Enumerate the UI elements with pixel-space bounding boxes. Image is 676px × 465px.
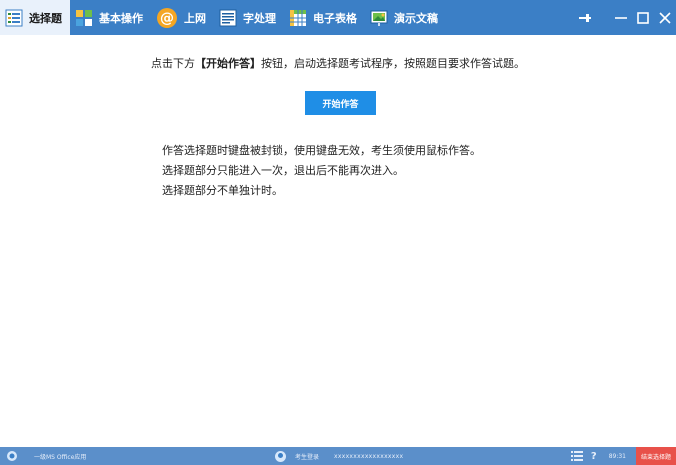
top-toolbar: 选择题 基本操作 @ 上网 字处理 电子表格 演示文稿 bbox=[0, 0, 676, 35]
status-right: ? 89:31 结束选择题 bbox=[570, 447, 676, 465]
status-middle: 考生登录 xxxxxxxxxxxxxxxxxx bbox=[275, 447, 403, 465]
tab-label: 基本操作 bbox=[99, 11, 143, 25]
maximize-button[interactable] bbox=[632, 0, 654, 35]
basic-ops-icon bbox=[76, 9, 92, 26]
tab-basic-operations[interactable]: 基本操作 bbox=[70, 0, 151, 35]
exam-name: 一级MS Office应用 bbox=[34, 453, 87, 461]
question-list-icon[interactable] bbox=[570, 451, 583, 461]
tab-spreadsheet[interactable]: 电子表格 bbox=[284, 0, 365, 35]
instruction-prefix: 点击下方 bbox=[151, 57, 195, 70]
tab-label: 字处理 bbox=[243, 11, 276, 25]
instruction-highlight: 【开始作答】 bbox=[195, 57, 261, 70]
tab-internet[interactable]: @ 上网 bbox=[151, 0, 214, 35]
presentation-icon bbox=[370, 10, 388, 26]
note-keyboard-locked: 作答选择题时键盘被封锁，使用键盘无效，考生须使用鼠标作答。 bbox=[162, 144, 481, 157]
end-choice-button[interactable]: 结束选择题 bbox=[635, 447, 676, 465]
exam-notes: 作答选择题时键盘被封锁，使用键盘无效，考生须使用鼠标作答。 选择题部分只能进入一… bbox=[162, 141, 481, 201]
remaining-time: 89:31 bbox=[608, 452, 626, 460]
instruction-text: 点击下方【开始作答】按钮，启动选择题考试程序，按照题目要求作答试题。 bbox=[0, 55, 676, 71]
spreadsheet-icon bbox=[290, 9, 306, 26]
pin-icon bbox=[579, 13, 591, 22]
tab-presentation[interactable]: 演示文稿 bbox=[365, 0, 446, 35]
minimize-button[interactable] bbox=[610, 0, 632, 35]
svg-text:@: @ bbox=[160, 10, 174, 26]
status-left: 一级MS Office应用 bbox=[6, 447, 86, 465]
close-button[interactable] bbox=[654, 0, 676, 35]
registration-number: xxxxxxxxxxxxxxxxxx bbox=[334, 452, 404, 460]
exam-logo-icon bbox=[7, 451, 17, 461]
instruction-suffix: 按钮，启动选择题考试程序，按照题目要求作答试题。 bbox=[261, 57, 525, 70]
word-processing-icon bbox=[219, 9, 237, 26]
internet-at-icon: @ bbox=[157, 7, 177, 28]
user-icon bbox=[275, 450, 286, 462]
help-icon[interactable]: ? bbox=[591, 451, 597, 462]
note-single-entry: 选择题部分只能进入一次，退出后不能再次进入。 bbox=[162, 164, 404, 177]
note-no-separate-timer: 选择题部分不单独计时。 bbox=[162, 184, 283, 197]
tab-label: 演示文稿 bbox=[394, 11, 438, 25]
minimize-icon bbox=[615, 16, 627, 19]
maximize-icon bbox=[637, 11, 649, 24]
candidate-label: 考生登录 bbox=[295, 453, 320, 461]
tab-label: 上网 bbox=[184, 11, 206, 25]
tab-label: 选择题 bbox=[29, 11, 62, 25]
close-icon bbox=[659, 11, 671, 24]
tab-label: 电子表格 bbox=[313, 11, 357, 25]
tab-choice-questions[interactable]: 选择题 bbox=[0, 0, 70, 35]
choice-list-icon bbox=[5, 9, 23, 26]
window-controls bbox=[574, 0, 676, 35]
start-answering-button[interactable]: 开始作答 bbox=[305, 91, 376, 115]
tab-word-processing[interactable]: 字处理 bbox=[214, 0, 284, 35]
pin-button[interactable] bbox=[574, 0, 596, 35]
status-bar: 一级MS Office应用 考生登录 xxxxxxxxxxxxxxxxxx ? … bbox=[0, 447, 676, 465]
